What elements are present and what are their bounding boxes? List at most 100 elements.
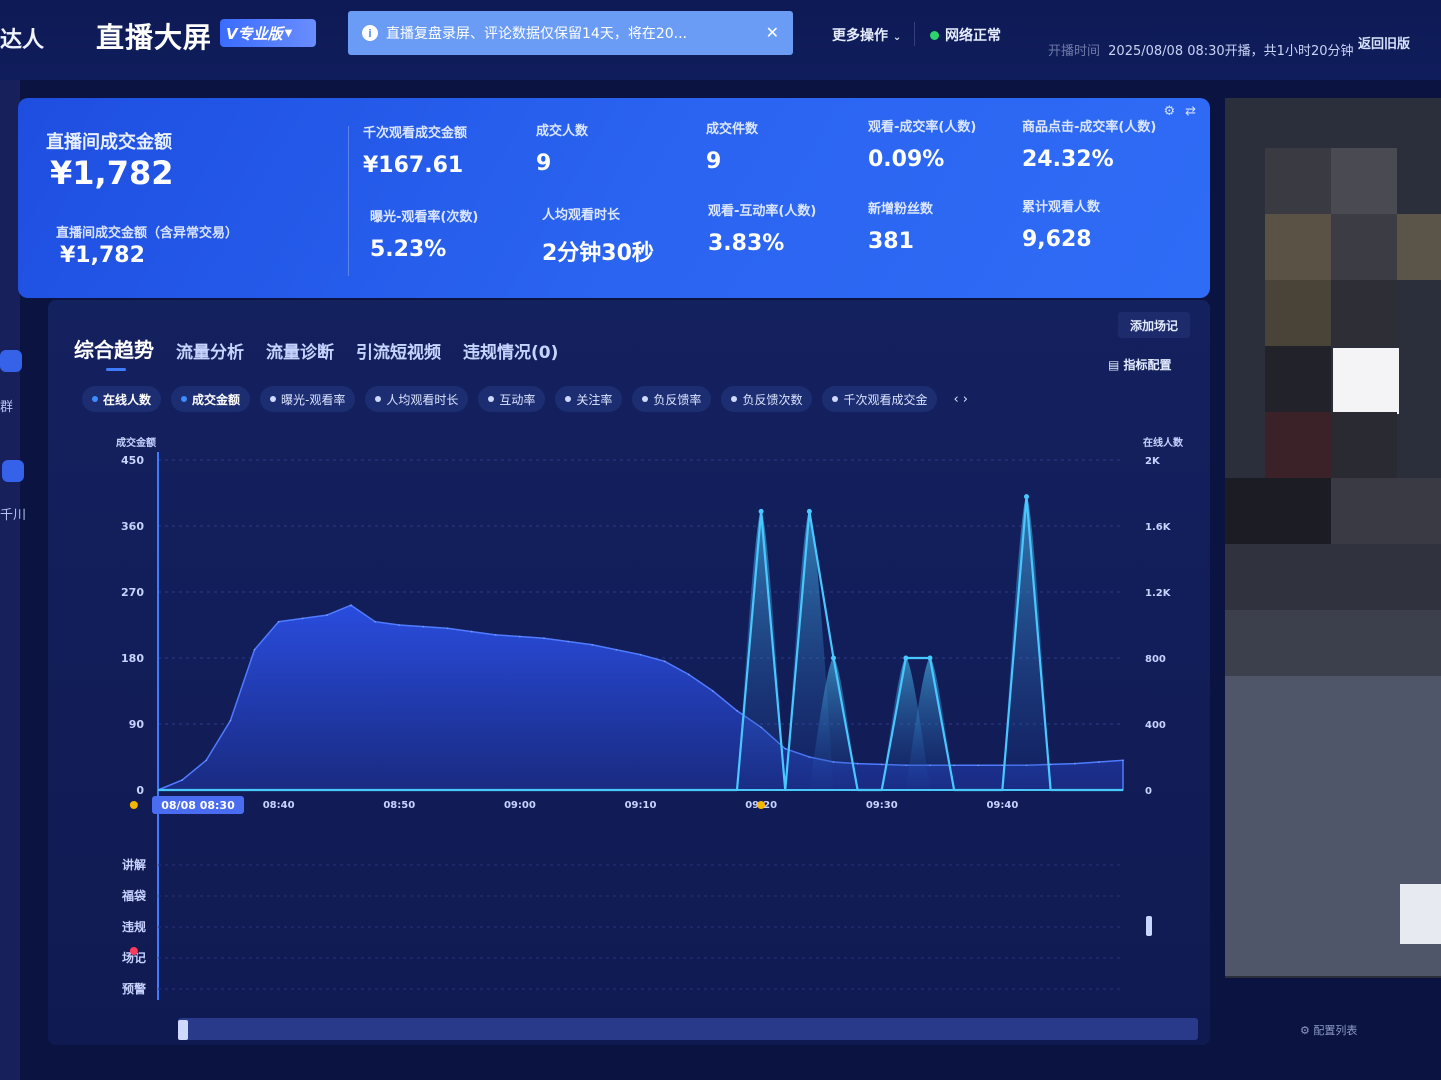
x-tick-label: 09:40 — [986, 800, 1018, 811]
x-tick-label: 09:30 — [866, 800, 898, 811]
kpi-settings: ⚙ ⇄ — [1163, 104, 1196, 119]
online-users-point — [953, 764, 955, 767]
close-icon[interactable]: ✕ — [766, 23, 779, 42]
lane-marker — [129, 947, 138, 955]
back-to-old-version-link[interactable]: 返回旧版 — [1358, 33, 1410, 52]
kpi-value: 5.23% — [370, 237, 447, 262]
online-users-point — [253, 648, 256, 651]
group-icon[interactable] — [0, 350, 22, 372]
right-tick-label: 2K — [1145, 456, 1161, 467]
online-users-area-path — [157, 604, 1124, 791]
config-list-label: 配置列表 — [1313, 1024, 1358, 1037]
x-tick-label: 08:50 — [383, 800, 415, 811]
online-users-point — [543, 637, 545, 639]
kpi-orders: 成交件数 9 — [706, 118, 758, 174]
online-users-point — [181, 779, 183, 781]
online-users-point — [639, 653, 642, 656]
right-axis-title: 在线人数 — [1143, 436, 1184, 449]
online-users-point — [784, 747, 787, 750]
online-users-point — [1098, 761, 1100, 763]
kpi-value: 24.32% — [1022, 147, 1114, 172]
lane-scrollbar[interactable] — [1146, 916, 1152, 936]
left-sidebar-edge — [0, 80, 20, 1080]
online-users-point — [494, 634, 497, 636]
online-users-point — [229, 719, 232, 722]
kpi-label: 累计观看人数 — [1022, 200, 1101, 215]
kpi-label: 成交件数 — [706, 122, 759, 137]
timeline-slider-handle[interactable] — [178, 1020, 188, 1040]
lane-marker — [757, 801, 766, 809]
lane-label: 预警 — [122, 981, 146, 996]
event-lanes: 讲解福袋违规场记预警 — [121, 801, 1123, 996]
online-users-area — [157, 604, 1124, 791]
online-users-point — [615, 648, 618, 651]
trend-panel: 综合趋势 流量分析 流量诊断 引流短视频 违规情况(0) 添加场记 ▤ 指标配置… — [48, 300, 1210, 1045]
top-bar: 达人 直播大屏 V专业版 ▼ i 直播复盘录屏、评论数据仅保留14天，将在20.… — [0, 0, 1441, 80]
qianchuan-icon[interactable] — [2, 460, 24, 482]
online-users-point — [591, 644, 594, 646]
online-users-point — [326, 614, 328, 616]
kpi-buyers: 成交人数 9 — [536, 120, 588, 176]
gmv-incl-abnormal-label: 直播间成交金额（含异常交易） — [56, 226, 239, 241]
start-time-value: 2025/08/08 08:30开播，共1小时20分钟 — [1108, 44, 1354, 59]
left-tick-label: 450 — [121, 454, 144, 467]
gmv-value: ¥1,782 — [50, 154, 174, 192]
left-tick-label: 90 — [129, 718, 145, 731]
right-tick-label: 800 — [1145, 654, 1166, 665]
kpi-value: ¥167.61 — [363, 153, 464, 178]
kpi-label: 千次观看成交金额 — [363, 126, 468, 141]
gmv-spike-fill — [737, 511, 786, 790]
online-users-point — [1049, 763, 1052, 766]
x-tick-label: 09:10 — [625, 800, 657, 811]
kpi-label: 观看-互动率(人数) — [708, 204, 817, 219]
notice-text: 直播复盘录屏、评论数据仅保留14天，将在20... — [386, 26, 687, 42]
kpi-value: 9,628 — [1022, 227, 1092, 252]
kpi-click-conv: 商品点击-成交率(人数) 24.32% — [1022, 116, 1156, 172]
online-users-point — [422, 625, 425, 628]
left-tick-label: 0 — [136, 784, 144, 797]
kpi-value: 9 — [536, 151, 552, 176]
online-users-point — [1001, 764, 1004, 767]
sidebar-item-group[interactable]: 群 — [0, 396, 13, 415]
online-users-point — [350, 604, 352, 606]
gear-icon[interactable]: ⚙ — [1163, 104, 1175, 119]
timeline-slider[interactable] — [178, 1018, 1198, 1040]
online-users-point — [1122, 759, 1124, 762]
online-users-point — [470, 630, 473, 633]
left-tick-label: 360 — [121, 520, 144, 533]
lane-marker — [129, 801, 138, 809]
chevron-down-icon: ⌄ — [892, 32, 902, 43]
right-tick-label: 0 — [1145, 786, 1152, 797]
kpi-value: 0.09% — [868, 147, 945, 172]
online-users-point — [519, 635, 521, 638]
online-users-point — [1073, 762, 1076, 765]
brand-logo: 达人 — [0, 28, 45, 53]
right-tick-label: 400 — [1145, 720, 1166, 731]
kpi-label: 曝光-观看率(次数) — [370, 210, 479, 225]
kpi-label: 新增粉丝数 — [868, 202, 934, 217]
online-users-point — [301, 617, 304, 620]
kpi-value: 9 — [706, 149, 722, 174]
more-ops-label: 更多操作 — [832, 28, 888, 44]
kpi-label: 商品点击-成交率(人数) — [1022, 120, 1157, 135]
sidebar-item-qianchuan[interactable]: 千川 — [0, 504, 26, 523]
swap-icon[interactable]: ⇄ — [1185, 104, 1196, 119]
app-title: 直播大屏 — [96, 21, 213, 54]
edition-badge-label: V专业版 — [226, 24, 283, 43]
start-time: 开播时间 2025/08/08 08:30开播，共1小时20分钟 — [1048, 40, 1354, 59]
start-time-label: 开播时间 — [1048, 44, 1101, 59]
network-status: 网络正常 — [930, 25, 1001, 45]
kpi-value: 2分钟30秒 — [542, 241, 654, 266]
left-tick-label: 180 — [121, 652, 144, 665]
info-icon: i — [362, 25, 378, 41]
kpi-label: 观看-成交率(人数) — [868, 120, 977, 135]
config-list-link[interactable]: ⚙ 配置列表 — [1300, 1022, 1357, 1038]
kpi-avg-watch-time: 人均观看时长 2分钟30秒 — [542, 204, 654, 267]
trend-chart[interactable]: 0 90 180 270 360 450 0 400 800 1.2K 1.6K 2K 成交金额 在线人数… — [48, 300, 1210, 1045]
left-axis-title: 成交金额 — [116, 436, 156, 449]
online-users-point — [687, 673, 690, 676]
online-users-point — [712, 690, 714, 692]
more-ops-dropdown[interactable]: 更多操作 ⌄ — [832, 25, 901, 45]
gear-icon: ⚙ — [1300, 1024, 1310, 1037]
edition-badge[interactable]: V专业版 ▼ — [220, 19, 316, 47]
